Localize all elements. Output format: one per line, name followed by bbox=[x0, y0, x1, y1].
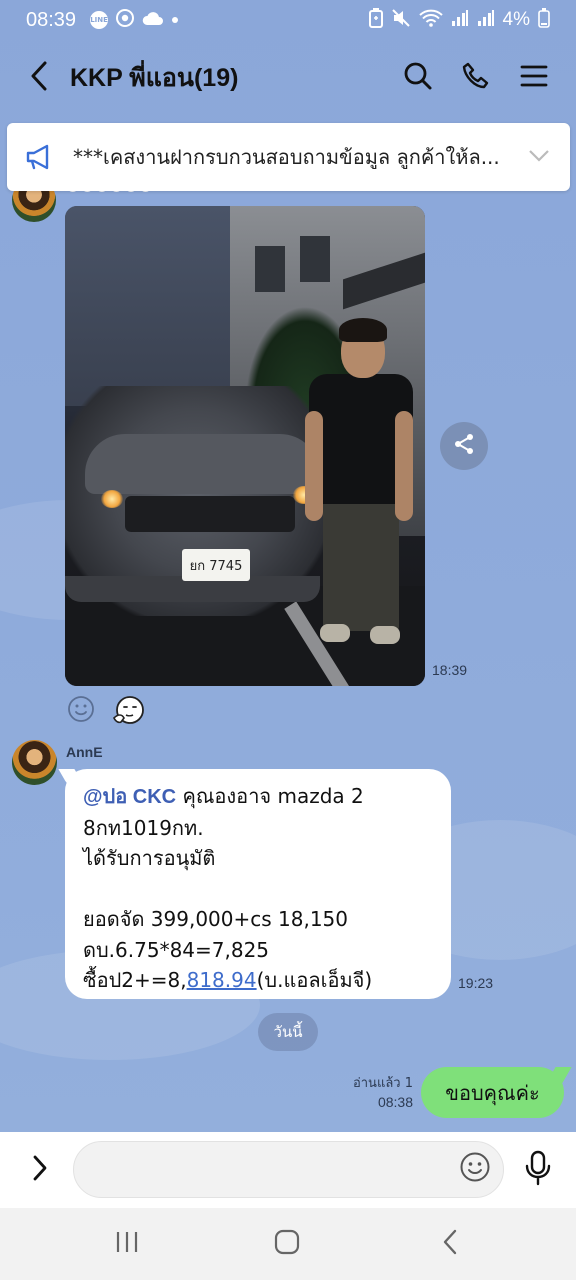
chevron-right-icon bbox=[32, 1154, 48, 1186]
chat-title: KKP พี่แอน(19) bbox=[70, 64, 239, 92]
message-time: 19:23 bbox=[458, 975, 494, 991]
sender-avatar-anne[interactable] bbox=[12, 740, 57, 785]
status-bar: 08:39 LINE 4% bbox=[0, 0, 576, 40]
signal-icon-2 bbox=[477, 9, 495, 32]
chat-header: KKP พี่แอน(19) bbox=[0, 40, 576, 116]
call-button[interactable] bbox=[454, 56, 498, 100]
recent-apps-icon bbox=[114, 1230, 140, 1258]
home-icon bbox=[274, 1229, 300, 1259]
share-button[interactable] bbox=[440, 422, 488, 470]
emoji-button[interactable] bbox=[456, 1150, 494, 1188]
date-separator: วันนี้ bbox=[258, 1013, 318, 1051]
message-text-1: คุณองอาจ mazda 2 bbox=[176, 784, 364, 808]
message-input-bar bbox=[0, 1132, 576, 1208]
message-line-6: ซื้อป2+=8,818.94(บ.แอลเอ็มจี) bbox=[83, 965, 433, 996]
photo-car-grille bbox=[125, 496, 295, 532]
photo-person-legs bbox=[323, 501, 399, 631]
thinking-face-icon bbox=[112, 694, 146, 730]
avatar-image bbox=[12, 740, 57, 785]
message-line-1: @ปอ CKC คุณองอาจ mazda 2 bbox=[83, 781, 433, 813]
menu-icon bbox=[520, 64, 548, 92]
read-receipt: อ่านแล้ว 1 bbox=[352, 1076, 413, 1091]
home-button[interactable] bbox=[257, 1222, 317, 1266]
photo-message[interactable]: ยก 7745 bbox=[65, 206, 425, 686]
battery-saver-icon bbox=[368, 7, 383, 33]
message-line-4: ยอดจัด 399,000+cs 18,150 bbox=[83, 907, 348, 931]
line-notification-icon: LINE bbox=[90, 11, 109, 29]
emoji-icon bbox=[459, 1151, 491, 1187]
system-nav-bar bbox=[0, 1208, 576, 1280]
outgoing-text: ขอบคุณค่ะ bbox=[445, 1080, 540, 1105]
battery-icon bbox=[538, 7, 550, 33]
voice-message-button[interactable] bbox=[516, 1148, 560, 1192]
mention-link[interactable]: @ปอ CKC bbox=[83, 786, 176, 808]
announcement-text: ***เคสงานฝากรบกวนสอบถามข้อมูล ลูกค้าให้ล… bbox=[73, 145, 500, 169]
megaphone-icon bbox=[25, 144, 65, 170]
system-back-button[interactable] bbox=[420, 1222, 480, 1266]
message-line-5: ดบ.6.75*84=7,825 bbox=[83, 937, 270, 962]
photo-car-hood bbox=[85, 434, 320, 494]
back-button[interactable] bbox=[16, 55, 62, 101]
outgoing-time: 08:38 bbox=[377, 1094, 413, 1110]
wifi-icon bbox=[418, 9, 443, 32]
photo-window bbox=[300, 236, 330, 282]
message-input[interactable] bbox=[73, 1141, 504, 1198]
signal-icon bbox=[451, 9, 469, 32]
photo-window bbox=[255, 246, 285, 292]
cloud-notification-icon bbox=[142, 9, 164, 31]
back-icon bbox=[441, 1228, 459, 1260]
menu-button[interactable] bbox=[512, 56, 556, 100]
photo-person-hair bbox=[339, 318, 387, 342]
mute-icon bbox=[391, 8, 411, 33]
expand-menu-button[interactable] bbox=[18, 1148, 62, 1192]
incoming-text-bubble[interactable]: @ปอ CKC คุณองอาจ mazda 2 8กท1019กท. ได้ร… bbox=[65, 769, 451, 999]
photo-person-shoe bbox=[320, 624, 350, 642]
photo-time: 18:39 bbox=[432, 662, 468, 678]
back-arrow-icon bbox=[29, 61, 49, 95]
sender-name: AnnE bbox=[66, 744, 103, 760]
battery-percent: 4% bbox=[502, 9, 530, 30]
photo-license-plate: ยก 7745 bbox=[182, 549, 250, 581]
message-line-2: 8กท1019กท. bbox=[83, 815, 204, 840]
announcement-banner[interactable]: ***เคสงานฝากรบกวนสอบถามข้อมูล ลูกค้าให้ล… bbox=[7, 123, 570, 191]
message-text-6-suffix: (บ.แอลเอ็มจี) bbox=[256, 968, 373, 992]
search-icon bbox=[403, 61, 433, 95]
microphone-icon bbox=[524, 1150, 552, 1190]
status-time: 08:39 bbox=[26, 8, 77, 31]
message-text-6-prefix: ซื้อป2+=8, bbox=[83, 968, 187, 992]
chrome-notification-icon bbox=[116, 8, 135, 32]
add-reaction-button[interactable] bbox=[66, 696, 96, 726]
photo-person-arm bbox=[305, 411, 323, 521]
photo-headlight bbox=[101, 490, 123, 508]
reaction-sticker[interactable] bbox=[112, 696, 146, 728]
share-icon bbox=[452, 432, 476, 460]
search-button[interactable] bbox=[396, 56, 440, 100]
message-line-3: ได้รับการอนุมัติ bbox=[83, 846, 216, 870]
phone-icon bbox=[461, 61, 491, 95]
photo-person-arm bbox=[395, 411, 413, 521]
recent-apps-button[interactable] bbox=[97, 1222, 157, 1266]
outgoing-text-bubble[interactable]: ขอบคุณค่ะ bbox=[421, 1067, 564, 1118]
chevron-down-icon[interactable] bbox=[528, 148, 550, 167]
smiley-outline-icon bbox=[67, 695, 95, 727]
phone-number-link[interactable]: 818.94 bbox=[187, 968, 257, 992]
photo-person-shoe bbox=[370, 626, 400, 644]
more-notifications-dot bbox=[172, 17, 179, 23]
